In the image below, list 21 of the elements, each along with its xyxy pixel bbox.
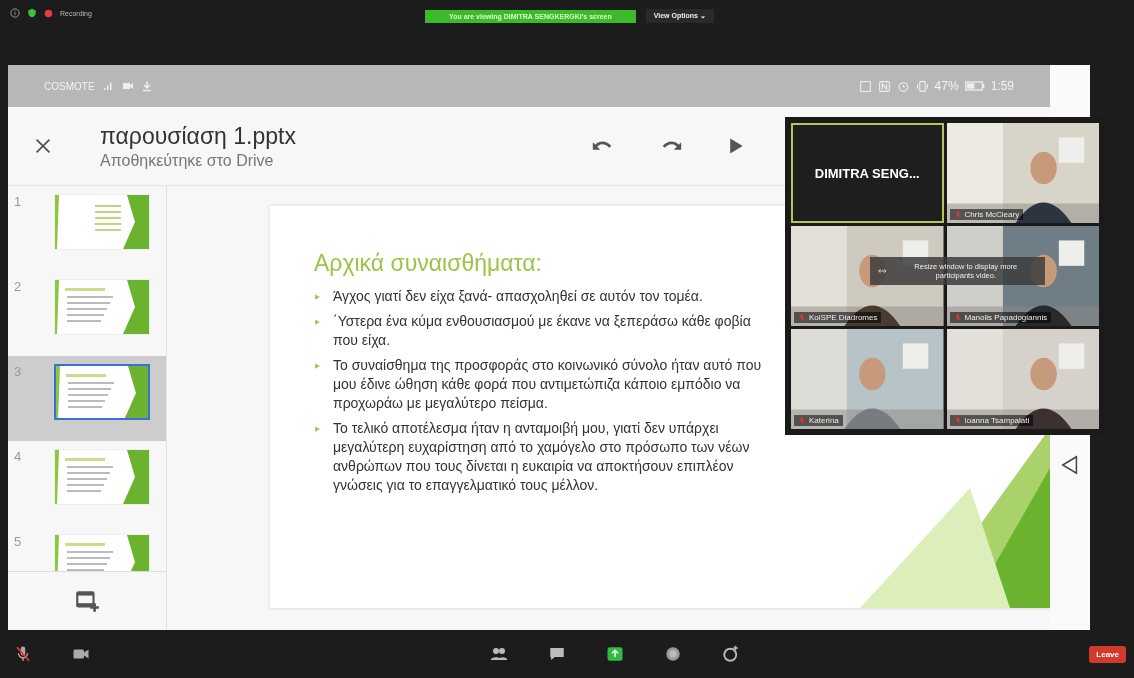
bullet-text: ΄Υστερα ένα κύμα ενθουσιασμού με έκανε να ξεπεράσω κάθε φοβία που είχα. (333, 312, 752, 350)
save-status: Αποθηκεύτηκε στο Drive (100, 151, 275, 170)
participant-name: Katerina (809, 416, 839, 425)
slide-number: 4 (14, 449, 23, 464)
slide-number: 1 (14, 194, 23, 209)
battery-percentage: 47% (934, 79, 959, 93)
participant-name: DIMITRA SENG... (814, 165, 920, 181)
slide-title: Αρχικά συναισθήματα: (314, 250, 542, 277)
slide-number: 2 (14, 279, 23, 294)
participant-name: Ioanna Tsampalati (964, 416, 1030, 425)
participant-name: Chris McCleary (964, 210, 1020, 219)
bullet-text: Άγχος γιατί δεν είχα ξανά- απασχοληθεί σε αυτόν τον τομέα. (333, 287, 703, 306)
participant-name: Manolis Papadogiannis (964, 313, 1048, 322)
slide-number: 5 (14, 534, 23, 549)
leave-button[interactable]: Leave (1089, 646, 1126, 663)
participant-name: KoiSPE Diadromes (809, 313, 878, 322)
document-title: παρουσίαση 1.pptx (100, 122, 297, 150)
bullet-text: Το τελικό αποτέλεσμα ήταν η ανταμοιβή μου, γιατί δεν υπάρχει μεγαλύτερη ευχαρίστηση από το χαμόγελο στο πρόσωπο των νέων ανθρώπων που τους δίνεται η ευκαιρία να αποκτήσουν επιπλέον γνώσεις για το επαγγελματικό τους μέλλον. (333, 419, 751, 495)
bullet-text: Το συναίσθημα της προσφοράς στο κοινωνικό σύνολο ήταν αυτό που μου έδινε ώθηση κάθε φορά που αντιμετώπιζα κάποιο εμπόδιο να προχωράω με μεγαλύτερο πείσμα. (333, 356, 763, 413)
clock-time: 1:59 (990, 79, 1014, 93)
carrier-name: COSMOTE (44, 80, 95, 92)
